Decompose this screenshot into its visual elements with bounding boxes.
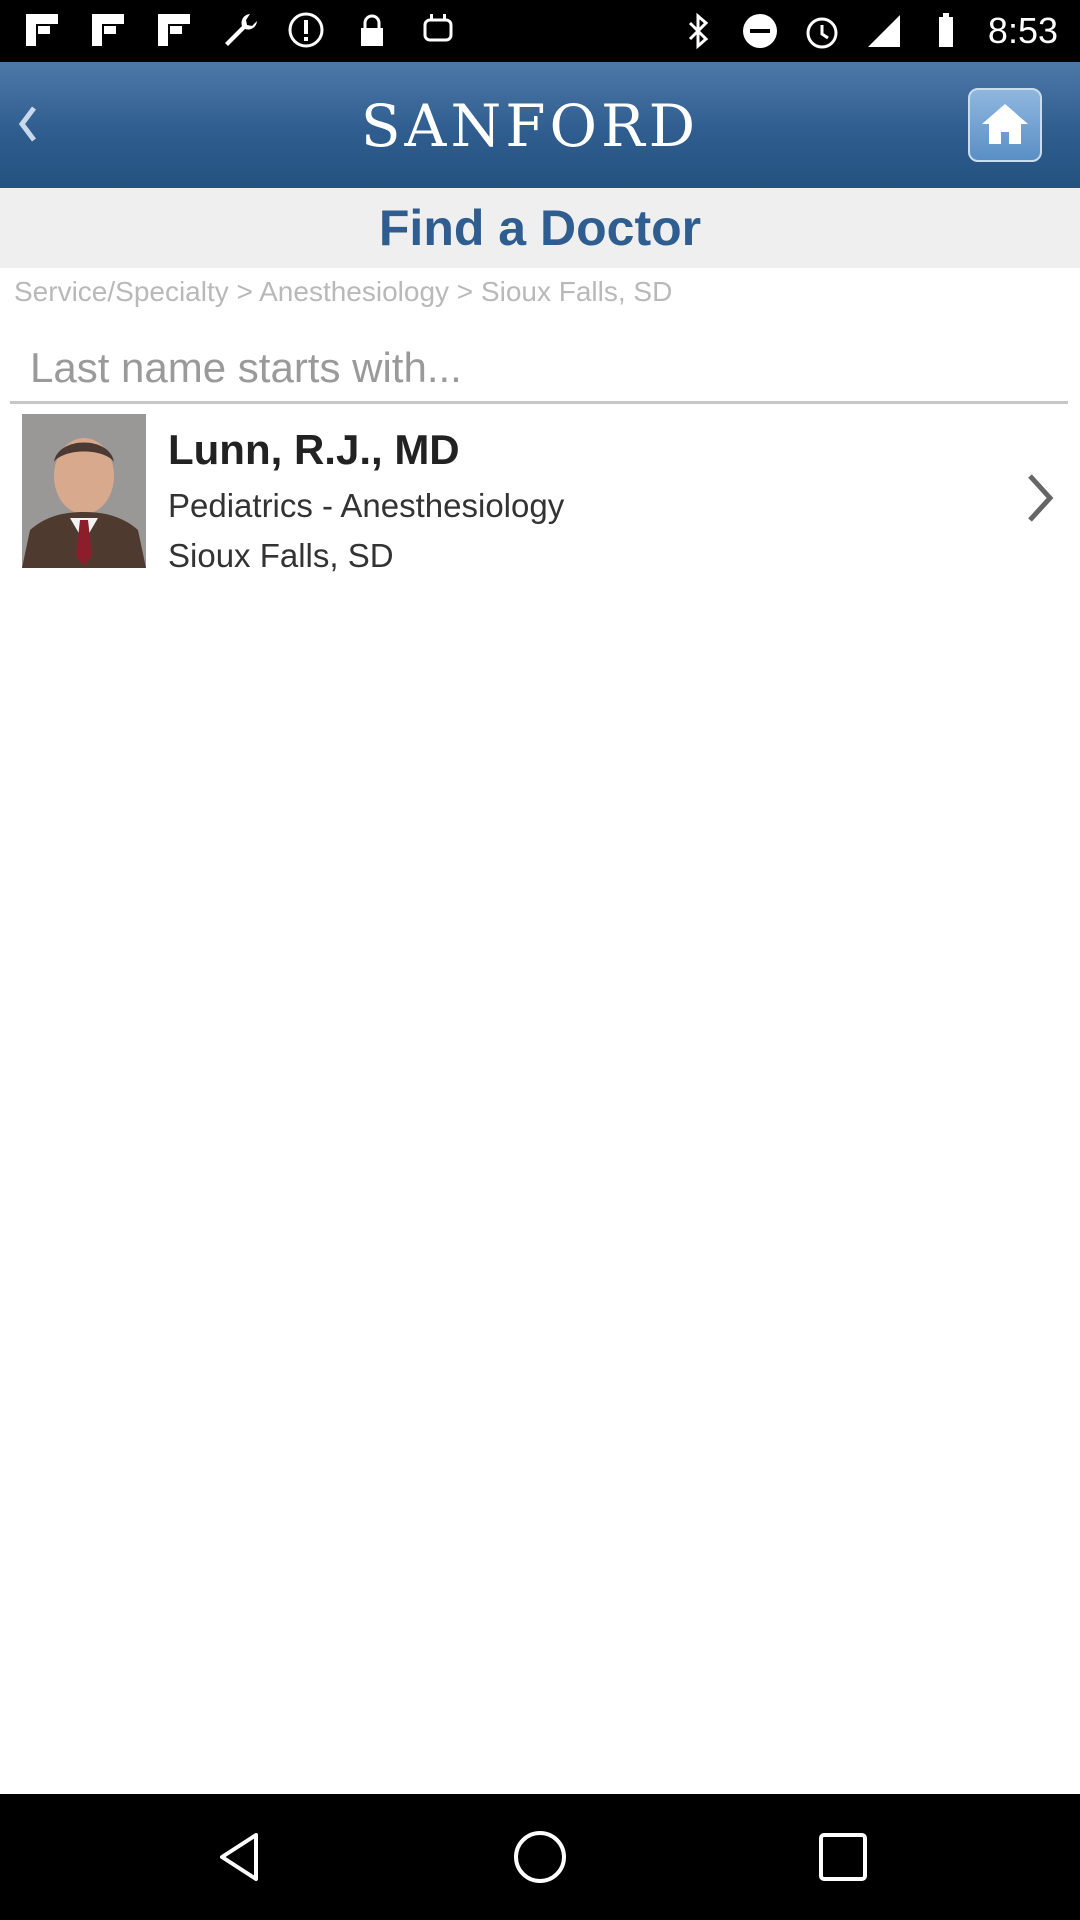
- flipboard-icon: [26, 14, 58, 46]
- doctor-location: Sioux Falls, SD: [168, 537, 394, 574]
- chevron-right-icon: [1028, 474, 1054, 522]
- home-button[interactable]: [968, 88, 1042, 162]
- signal-icon: [867, 15, 900, 47]
- doctor-specialty: Pediatrics - Anesthesiology: [168, 487, 565, 524]
- navigation-bar: [0, 1794, 1080, 1920]
- avatar: [22, 414, 146, 568]
- doctor-photo: [22, 414, 146, 568]
- do-not-disturb-icon: [742, 14, 777, 48]
- title-band: Find a Doctor: [0, 188, 1080, 268]
- bluetooth-icon: [688, 12, 709, 50]
- flipboard-icon: [158, 14, 190, 46]
- sanford-logo: SANFORD: [361, 92, 699, 160]
- chevron-left-icon: [18, 106, 36, 142]
- doctor-name: Lunn, R.J., MD: [168, 426, 460, 473]
- flipboard-icon: [92, 14, 124, 46]
- page-title: Find a Doctor: [378, 200, 702, 256]
- battery-icon: [938, 13, 953, 47]
- search-input[interactable]: [10, 334, 1068, 404]
- svg-text:SANFORD: SANFORD: [361, 92, 699, 160]
- home-circle-icon[interactable]: [510, 1827, 570, 1887]
- home-icon: [982, 104, 1028, 144]
- wrench-icon: [225, 14, 257, 46]
- list-item[interactable]: Lunn, R.J., MD Pediatrics - Anesthesiolo…: [0, 412, 1080, 580]
- notification-icons: [22, 10, 458, 50]
- breadcrumb: Service/Specialty > Anesthesiology > Sio…: [14, 276, 673, 307]
- back-button[interactable]: [8, 90, 48, 160]
- back-triangle-icon[interactable]: [210, 1827, 270, 1887]
- system-icons: 8:53: [678, 10, 1058, 52]
- info-icon: [288, 12, 324, 48]
- recents-square-icon[interactable]: [813, 1827, 873, 1887]
- status-bar: 8:53: [0, 0, 1080, 62]
- android-icon: [423, 14, 453, 42]
- app-header: SANFORD: [0, 62, 1080, 188]
- lock-icon: [361, 14, 383, 46]
- clock: 8:53: [987, 10, 1058, 51]
- alarm-icon: [806, 17, 838, 49]
